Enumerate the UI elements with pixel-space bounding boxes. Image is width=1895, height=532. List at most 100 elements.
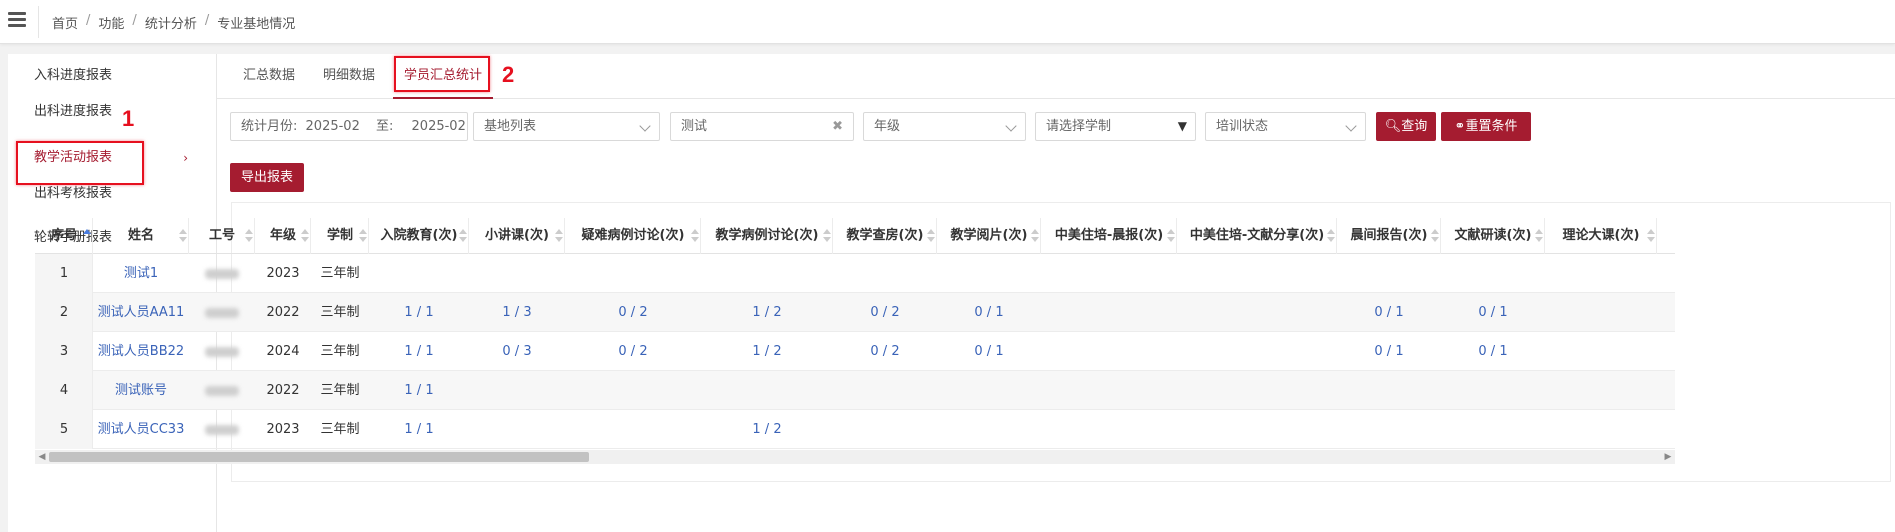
student-name-link[interactable]: 测试人员BB22: [93, 332, 189, 371]
sidebar-item-discharge-progress[interactable]: 出科进度报表: [8, 94, 216, 130]
count-link[interactable]: 0 / 1: [937, 332, 1041, 371]
tab-student-summary[interactable]: 学员汇总统计: [393, 54, 493, 99]
tab-detail-data[interactable]: 明细数据: [317, 54, 381, 99]
header-sino-us-literature[interactable]: 中美住培-文献分享(次): [1177, 218, 1337, 254]
count-link[interactable]: 1 / 3: [469, 293, 565, 332]
chevron-down-icon: [1005, 120, 1017, 132]
count-link[interactable]: 1 / 2: [701, 410, 833, 449]
header-seq[interactable]: 序号: [35, 218, 93, 254]
header-teaching-case[interactable]: 教学病例讨论(次): [701, 218, 833, 254]
grade-select[interactable]: 年级: [863, 112, 1026, 141]
sort-icon[interactable]: [83, 229, 91, 243]
sort-icon[interactable]: [301, 229, 309, 243]
breadcrumb-home[interactable]: 首页: [52, 13, 78, 32]
header-teaching-imaging[interactable]: 教学阅片(次): [937, 218, 1041, 254]
sidebar-item-teaching-activity[interactable]: 教学活动报表 ›: [8, 140, 216, 176]
topbar-divider: [38, 6, 39, 38]
sort-icon[interactable]: [1647, 229, 1655, 243]
table-row: 2 测试人员AA11 2022 三年制 1 / 1 1 / 3 0 / 2 1 …: [35, 293, 1675, 332]
query-button[interactable]: 🔍︎查询: [1376, 112, 1436, 141]
tab-summary-data[interactable]: 汇总数据: [237, 54, 301, 99]
count-link[interactable]: 1 / 1: [369, 410, 469, 449]
header-staff-id[interactable]: 工号: [189, 218, 255, 254]
sort-icon[interactable]: [459, 229, 467, 243]
header-hospital-orientation[interactable]: 入院教育(次): [369, 218, 469, 254]
export-report-button[interactable]: 导出报表: [230, 163, 304, 192]
student-name-link[interactable]: 测试账号: [93, 371, 189, 410]
search-input[interactable]: 测试 ✖: [670, 112, 854, 141]
table-row: 5 测试人员CC33 2023 三年制 1 / 1 1 / 2: [35, 410, 1675, 449]
sidebar-item-discharge-exam[interactable]: 出科考核报表: [8, 176, 216, 212]
top-bar: 首页 / 功能 / 统计分析 / 专业基地情况: [0, 0, 1895, 44]
count-link[interactable]: 0 / 1: [937, 293, 1041, 332]
clear-icon[interactable]: ✖: [832, 113, 843, 140]
staff-id-redacted: [189, 254, 255, 293]
tab-bar: 汇总数据 明细数据 学员汇总统计: [217, 54, 1895, 99]
table-header-row: 序号 姓名 工号 年级 学制 入院教育(次) 小讲课(次) 疑难病例讨论(次) …: [35, 218, 1675, 254]
sort-icon[interactable]: [823, 229, 831, 243]
header-literature-reading[interactable]: 文献研读(次): [1441, 218, 1545, 254]
sidebar-item-admission-progress[interactable]: 入科进度报表: [8, 58, 216, 94]
header-theory-lecture[interactable]: 理论大课(次): [1545, 218, 1657, 254]
sort-icon[interactable]: [555, 229, 563, 243]
count-link[interactable]: 0 / 3: [469, 332, 565, 371]
header-mini-lecture[interactable]: 小讲课(次): [469, 218, 565, 254]
header-morning-report[interactable]: 晨间报告(次): [1337, 218, 1441, 254]
header-teaching-rounds[interactable]: 教学查房(次): [833, 218, 937, 254]
header-name[interactable]: 姓名: [93, 218, 189, 254]
staff-id-redacted: [189, 293, 255, 332]
count-link[interactable]: 1 / 2: [701, 332, 833, 371]
hamburger-icon[interactable]: [8, 12, 26, 28]
month-range-filter[interactable]: 统计月份: 2025-02 至: 2025-02: [230, 112, 468, 141]
count-link[interactable]: 1 / 1: [369, 371, 469, 410]
training-status-select[interactable]: 培训状态: [1205, 112, 1366, 141]
breadcrumb-statistics[interactable]: 统计分析: [145, 13, 197, 32]
count-link[interactable]: 1 / 2: [701, 293, 833, 332]
breadcrumb-current: 专业基地情况: [217, 17, 296, 32]
chevron-down-icon: [1345, 120, 1357, 132]
student-name-link[interactable]: 测试人员AA11: [93, 293, 189, 332]
student-name-link[interactable]: 测试人员CC33: [93, 410, 189, 449]
header-school-system[interactable]: 学制: [311, 218, 369, 254]
count-link[interactable]: 0 / 1: [1337, 293, 1441, 332]
staff-id-redacted: [189, 371, 255, 410]
table-row: 1 测试1 2023 三年制: [35, 254, 1675, 293]
staff-id-redacted: [189, 410, 255, 449]
chevron-down-icon: [639, 120, 651, 132]
header-sino-us-morning[interactable]: 中美住培-晨报(次): [1041, 218, 1177, 254]
breadcrumb-function[interactable]: 功能: [98, 13, 124, 32]
count-link[interactable]: 0 / 1: [1441, 293, 1545, 332]
student-name-link[interactable]: 测试1: [93, 254, 189, 293]
breadcrumb: 首页 / 功能 / 统计分析 / 专业基地情况: [52, 13, 296, 32]
sort-icon[interactable]: [179, 229, 187, 243]
annotation-2: 2: [502, 62, 515, 87]
count-link[interactable]: 0 / 1: [1441, 332, 1545, 371]
base-list-select[interactable]: 基地列表: [473, 112, 660, 141]
header-difficult-case[interactable]: 疑难病例讨论(次): [565, 218, 701, 254]
scroll-left-icon[interactable]: ◀: [35, 450, 49, 464]
sort-icon[interactable]: [927, 229, 935, 243]
count-link[interactable]: 1 / 1: [369, 332, 469, 371]
school-system-select[interactable]: 请选择学制 ▼: [1035, 112, 1196, 141]
count-link[interactable]: 0 / 2: [833, 293, 937, 332]
count-link[interactable]: 0 / 1: [1337, 332, 1441, 371]
scroll-right-icon[interactable]: ▶: [1661, 450, 1675, 464]
sort-icon[interactable]: [1327, 229, 1335, 243]
count-link[interactable]: 0 / 2: [565, 293, 701, 332]
sort-icon[interactable]: [1535, 229, 1543, 243]
sort-icon[interactable]: [691, 229, 699, 243]
count-link[interactable]: 0 / 2: [565, 332, 701, 371]
sort-icon[interactable]: [1431, 229, 1439, 243]
chevron-right-icon: ›: [183, 151, 188, 165]
sort-icon[interactable]: [359, 229, 367, 243]
header-grade[interactable]: 年级: [255, 218, 311, 254]
count-link[interactable]: 1 / 1: [369, 293, 469, 332]
sort-icon[interactable]: [245, 229, 253, 243]
scroll-thumb[interactable]: [49, 452, 589, 462]
horizontal-scrollbar[interactable]: ◀ ▶: [35, 450, 1675, 464]
sort-icon[interactable]: [1167, 229, 1175, 243]
reset-conditions-button[interactable]: ⚭重置条件: [1441, 112, 1531, 141]
sort-icon[interactable]: [1031, 229, 1039, 243]
caret-down-icon: ▼: [1177, 119, 1187, 133]
count-link[interactable]: 0 / 2: [833, 332, 937, 371]
